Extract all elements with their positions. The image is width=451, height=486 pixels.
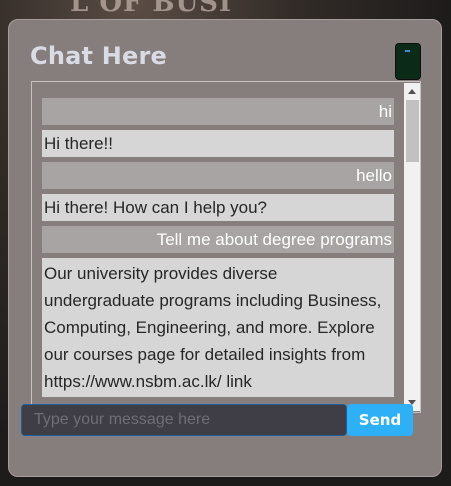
close-button[interactable]: [395, 43, 421, 80]
chat-scrollbar[interactable]: [404, 83, 420, 411]
bot-message: Hi there! How can I help you?: [42, 194, 394, 221]
user-message: hi: [42, 98, 394, 125]
scroll-up-arrow-icon[interactable]: [408, 89, 416, 94]
user-message: Tell me about degree programs: [42, 226, 394, 253]
message-input[interactable]: [21, 404, 347, 436]
bot-message: Our university provides diverse undergra…: [42, 258, 394, 397]
bot-message: Hi there!!: [42, 130, 394, 157]
chat-title: Chat Here: [30, 42, 167, 70]
background-banner-text: L OF BUSI: [70, 0, 233, 18]
user-message: hello: [42, 162, 394, 189]
send-button[interactable]: Send: [347, 404, 413, 436]
scrollbar-thumb[interactable]: [406, 100, 419, 162]
close-icon: [405, 50, 410, 52]
chat-messages-area[interactable]: hi Hi there!! hello Hi there! How can I …: [31, 81, 421, 413]
